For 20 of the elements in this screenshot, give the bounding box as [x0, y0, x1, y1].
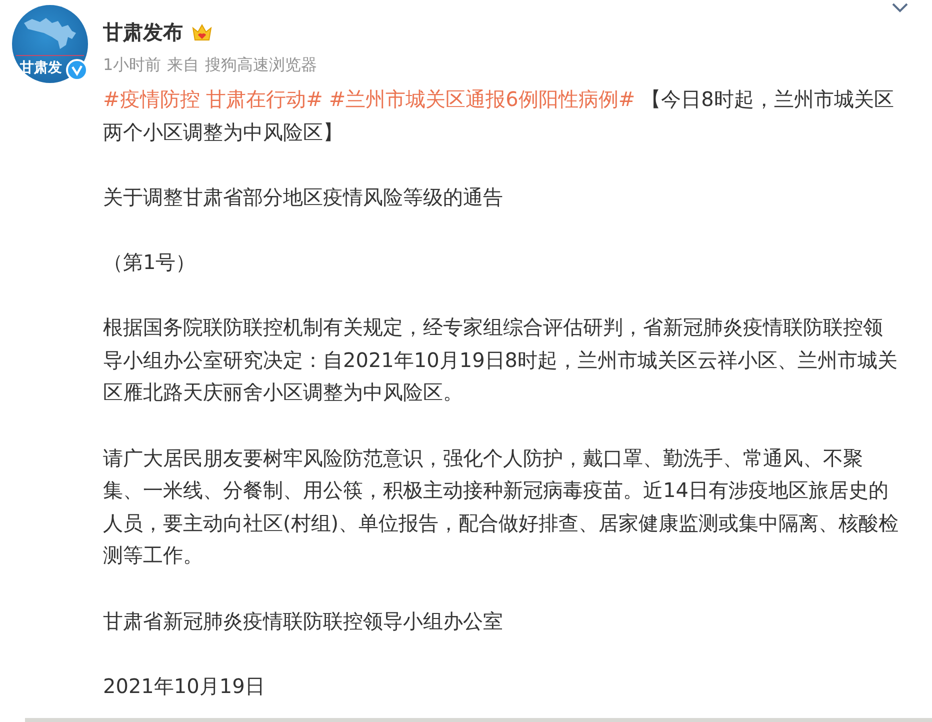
avatar[interactable]: 甘肃发 [12, 5, 88, 83]
topic-link[interactable]: #兰州市城关区通报6例阳性病例# [328, 87, 636, 111]
post-paragraph: 甘肃省新冠肺炎疫情联防联控领导小组办公室 [103, 608, 504, 634]
map-icon [22, 15, 78, 51]
source-label: 来自 [167, 55, 200, 76]
topic-link[interactable]: #疫情防控 甘肃在行动# [103, 87, 323, 111]
author-name[interactable]: 甘肃发布 [103, 19, 183, 46]
post-paragraph: 根据国务院联防联控机制有关规定，经专家组综合评估研判，省新冠肺炎疫情联防联控领导小组办公室研究决定：自2021年10月19日8时起，兰州市城关区云祥小区、兰州市城关区雁北路天庆丽舍小区调整为中风险区。 [103, 314, 899, 406]
post-time: 1小时前 [103, 55, 162, 76]
chevron-down-icon[interactable] [890, 1, 910, 15]
scrollbar[interactable] [25, 718, 932, 722]
post-paragraph: 2021年10月19日 [103, 672, 266, 700]
source-app[interactable]: 搜狗高速浏览器 [205, 55, 318, 76]
verified-icon [66, 59, 88, 81]
crown-icon [191, 22, 213, 42]
avatar-label: 甘肃发 [20, 59, 62, 77]
post-paragraph: （第1号） [103, 248, 197, 276]
post-paragraph: 关于调整甘肃省部分地区疫情风险等级的通告 [103, 184, 504, 211]
post-paragraph: #疫情防控 甘肃在行动# #兰州市城关区通报6例阳性病例# 【今日8时起，兰州市城关区两个小区调整为中风险区】 [103, 86, 895, 146]
post-paragraph: 请广大居民朋友要树牢风险防范意识，强化个人防护，戴口罩、勤洗手、常通风、不聚集、一米线、分餐制、用公筷，积极主动接种新冠病毒疫苗。近14日有涉疫地区旅居史的人员，要主动向社区(村组)、单位报告，配合做好排查、居家健康监测或集中隔离、核酸检测等工作。 [103, 444, 900, 570]
